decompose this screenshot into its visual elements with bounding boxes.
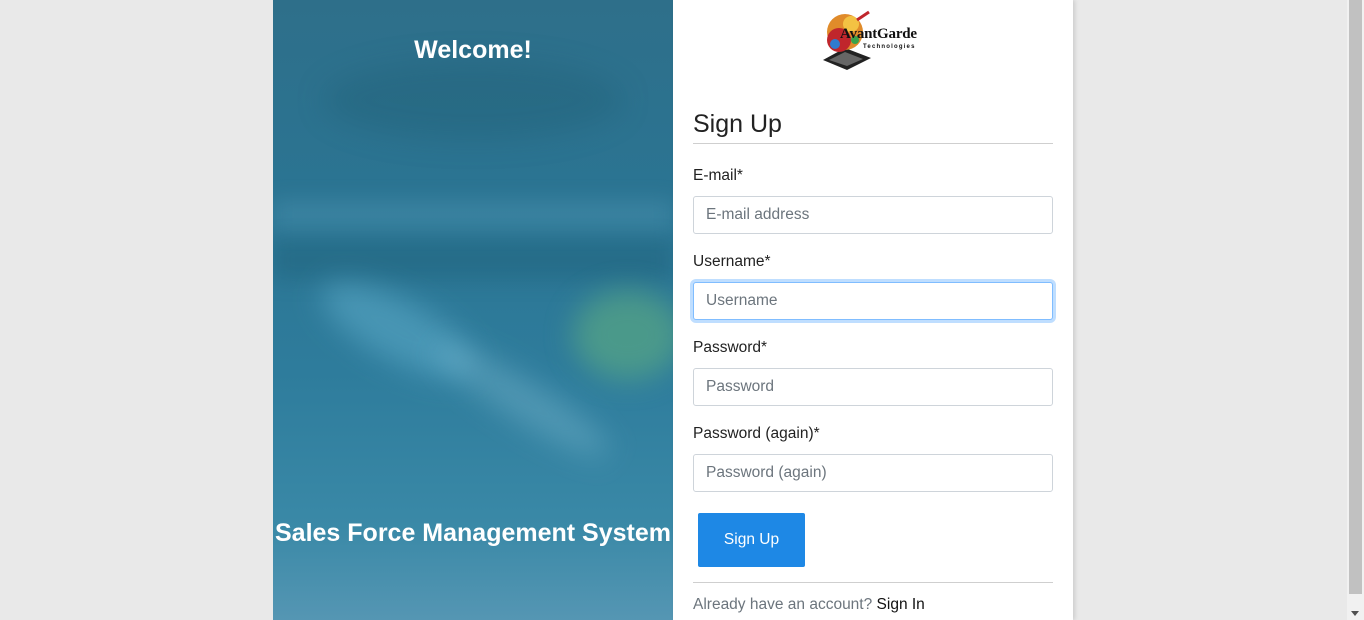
username-field[interactable] [693,282,1053,320]
signin-prompt: Already have an account? Sign In [693,596,925,614]
background-blob [323,60,623,140]
password-field[interactable] [693,368,1053,406]
footer-divider [693,582,1053,583]
background-band [273,200,673,230]
scroll-down-arrow-icon[interactable] [1351,611,1359,616]
welcome-panel: Welcome! Sales Force Management System [273,0,673,620]
title-divider [693,143,1053,144]
form-title: Sign Up [693,110,782,138]
system-title: Sales Force Management System [275,519,671,547]
background-blob [573,290,673,380]
password-label: Password* [693,339,768,356]
logo-name: AvantGarde [840,26,917,42]
signup-panel: AvantGarde Technologies Sign Up E-mail* … [673,0,1073,620]
password-again-label: Password (again)* [693,425,820,442]
email-label: E-mail* [693,167,743,184]
scrollbar-thumb[interactable] [1349,0,1362,594]
page-scrollbar[interactable] [1347,0,1364,620]
logo-subtitle: Technologies [863,44,916,50]
signin-prompt-text: Already have an account? [693,596,873,613]
username-label: Username* [693,253,771,270]
background-band [273,240,673,280]
welcome-heading: Welcome! [414,36,532,64]
company-logo: AvantGarde Technologies [815,10,935,72]
email-field[interactable] [693,196,1053,234]
sign-up-button[interactable]: Sign Up [698,513,805,567]
sign-in-link[interactable]: Sign In [877,596,925,613]
password-again-field[interactable] [693,454,1053,492]
